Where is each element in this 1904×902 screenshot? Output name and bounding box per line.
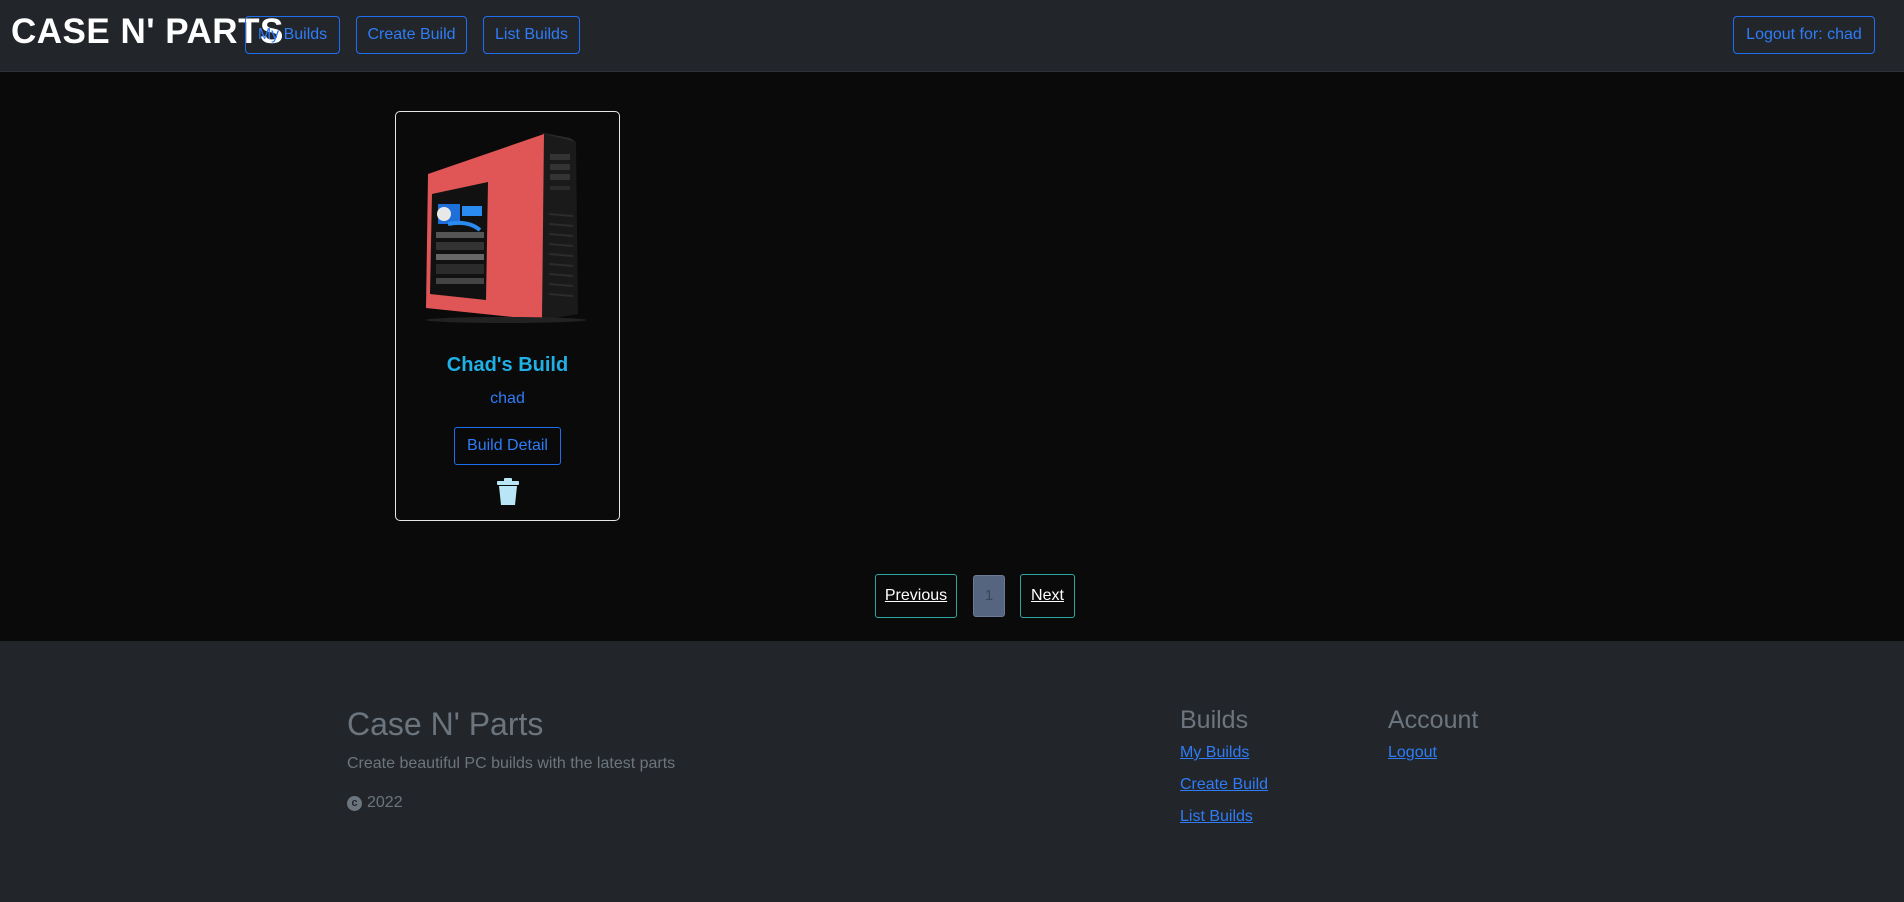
nav-my-builds-button[interactable]: My Builds [245, 16, 340, 54]
footer-account-heading: Account [1388, 706, 1479, 734]
footer-link-my-builds[interactable]: My Builds [1180, 744, 1249, 762]
footer-link-create-build[interactable]: Create Build [1180, 776, 1268, 794]
logout-button[interactable]: Logout for: chad [1733, 16, 1875, 54]
build-owner[interactable]: chad [396, 390, 619, 408]
footer-copyright: c 2022 [347, 794, 403, 812]
footer-link-list-builds[interactable]: List Builds [1180, 808, 1253, 826]
pc-case-image [426, 132, 586, 323]
nav-list-builds-button[interactable]: List Builds [483, 16, 580, 54]
build-card: Chad's Build chad Build Detail [395, 111, 620, 521]
main-content: Chad's Build chad Build Detail Previous … [0, 72, 1904, 641]
footer-link-logout[interactable]: Logout [1388, 744, 1437, 762]
nav-create-build-button[interactable]: Create Build [356, 16, 467, 54]
brand-logo[interactable]: CASE N' PARTS [11, 12, 284, 52]
footer: Case N' Parts Create beautiful PC builds… [0, 641, 1904, 902]
pagination-current-page[interactable]: 1 [973, 575, 1005, 617]
build-title[interactable]: Chad's Build [396, 354, 619, 377]
top-navbar: CASE N' PARTS My Builds Create Build Lis… [0, 0, 1904, 72]
pagination-previous-button[interactable]: Previous [875, 574, 957, 618]
copyright-year: 2022 [367, 794, 403, 811]
trash-icon[interactable] [496, 478, 520, 506]
build-detail-button[interactable]: Build Detail [454, 427, 561, 465]
footer-tagline: Create beautiful PC builds with the late… [347, 755, 676, 772]
copyright-icon: c [347, 795, 362, 811]
pagination-next-button[interactable]: Next [1020, 574, 1075, 618]
footer-brand: Case N' Parts [347, 706, 544, 742]
footer-builds-heading: Builds [1180, 706, 1249, 734]
